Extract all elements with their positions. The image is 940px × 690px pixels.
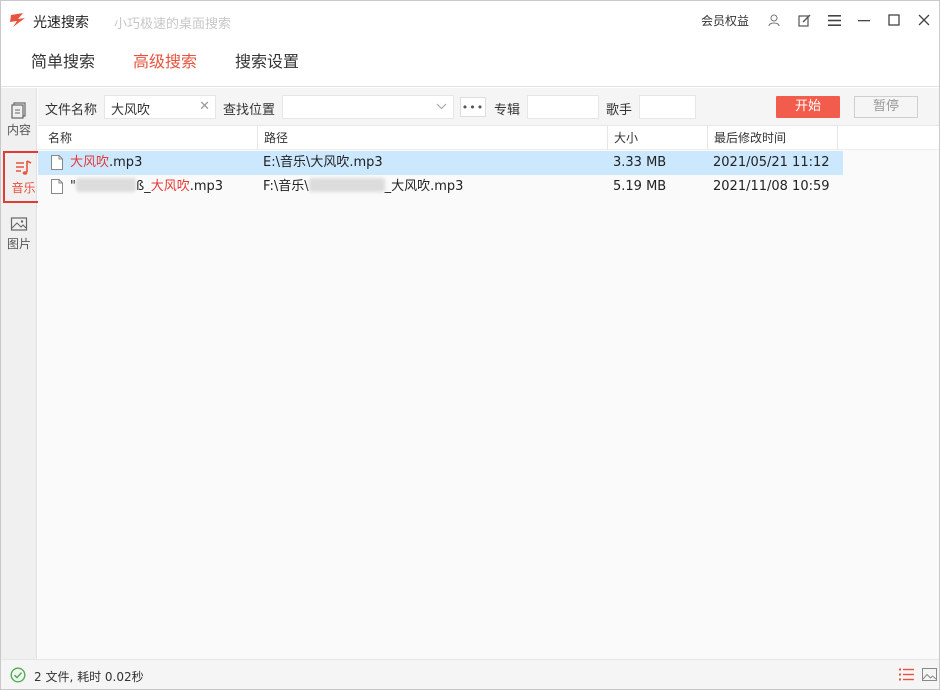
tab-search-settings[interactable]: 搜索设置 — [235, 48, 299, 72]
filter-bar: 文件名称 大风吹 ✕ 查找位置 ••• 专辑 歌手 开始 暂停 — [38, 88, 939, 126]
feedback-edit-icon[interactable] — [789, 1, 819, 39]
browse-location-button[interactable]: ••• — [460, 97, 486, 117]
pause-button[interactable]: 暂停 — [854, 96, 918, 118]
main-tabs: 简单搜索 高级搜索 搜索设置 — [1, 39, 939, 87]
chevron-down-icon — [436, 103, 447, 110]
close-icon[interactable] — [909, 1, 939, 39]
status-text: 2 文件, 耗时 0.02秒 — [34, 670, 144, 684]
redacted-text — [75, 178, 136, 192]
sidebar-item-label: 内容 — [6, 122, 31, 137]
title-bar-controls: 会员权益 — [701, 1, 939, 39]
name-match: 大风吹 — [150, 179, 190, 194]
table-row[interactable]: " ß_大风吹.mp3 F:\音乐\ _大风吹.mp3 5.19 MB 2021/1… — [38, 175, 843, 199]
row-modified: 2021/11/08 10:59 — [713, 179, 830, 194]
path-suffix: _大风吹.mp3 — [384, 179, 464, 194]
name-match: 大风吹 — [70, 155, 110, 170]
menu-icon[interactable] — [819, 1, 849, 39]
column-header-size[interactable]: 大小 — [608, 126, 708, 150]
tab-simple-search[interactable]: 简单搜索 — [31, 48, 95, 72]
row-size: 5.19 MB — [613, 179, 667, 194]
column-header-path[interactable]: 路径 — [258, 126, 608, 150]
name-ext: .mp3 — [109, 155, 143, 170]
filename-label: 文件名称 — [45, 103, 98, 118]
clear-icon[interactable]: ✕ — [199, 99, 210, 114]
list-view-icon[interactable] — [899, 668, 914, 681]
name-ext: .mp3 — [189, 179, 224, 194]
row-name: 大风吹.mp3 — [70, 151, 255, 175]
app-window: 光速搜索 小巧极速的桌面搜索 会员权益 简单搜索 高级搜索 搜索设置 内容 音乐… — [0, 0, 940, 690]
check-circle-icon — [10, 667, 26, 683]
row-path: F:\音乐\ _大风吹.mp3 — [263, 175, 603, 199]
table-row[interactable]: 大风吹.mp3 E:\音乐\大风吹.mp3 3.33 MB 2021/05/21… — [38, 151, 843, 175]
row-size: 3.33 MB — [613, 155, 667, 170]
app-logo-icon — [10, 13, 25, 27]
sidebar-item-content[interactable]: 内容 — [1, 92, 37, 146]
category-sidebar: 内容 音乐 图片 — [1, 88, 44, 659]
sidebar-item-images[interactable]: 图片 — [1, 206, 37, 260]
redacted-text — [308, 178, 385, 192]
music-note-icon — [15, 159, 31, 175]
file-icon — [51, 155, 63, 170]
table-header: 名称 路径 大小 最后修改时间 — [38, 126, 939, 150]
row-modified: 2021/05/21 11:12 — [713, 155, 830, 170]
row-path: E:\音乐\大风吹.mp3 — [263, 155, 383, 170]
tab-advanced-search[interactable]: 高级搜索 — [133, 48, 197, 72]
start-button[interactable]: 开始 — [776, 96, 840, 118]
file-icon — [51, 179, 63, 194]
sidebar-item-label: 音乐 — [11, 180, 36, 195]
app-subtitle: 小巧极速的桌面搜索 — [114, 17, 232, 32]
app-name: 光速搜索 — [33, 15, 89, 31]
album-field[interactable] — [527, 95, 599, 119]
sidebar-item-label: 图片 — [6, 236, 31, 251]
location-select[interactable] — [282, 95, 454, 119]
minimize-icon[interactable] — [849, 1, 879, 39]
location-label: 查找位置 — [223, 103, 276, 118]
thumbnail-view-icon[interactable] — [922, 668, 937, 681]
filename-field[interactable]: 大风吹 ✕ — [104, 95, 216, 119]
column-header-modified[interactable]: 最后修改时间 — [708, 126, 838, 150]
artist-label: 歌手 — [606, 103, 633, 118]
image-icon — [10, 216, 28, 231]
results-table: 名称 路径 大小 最后修改时间 大风吹.mp3 E:\音乐\大风吹.mp3 3.… — [38, 126, 939, 659]
maximize-icon[interactable] — [879, 1, 909, 39]
artist-field[interactable] — [639, 95, 696, 119]
document-icon — [11, 101, 26, 119]
row-name: " ß_大风吹.mp3 — [70, 175, 255, 199]
filename-value: 大风吹 — [111, 103, 151, 118]
path-prefix: F:\音乐\ — [263, 179, 309, 194]
title-bar: 光速搜索 小巧极速的桌面搜索 会员权益 — [1, 1, 939, 39]
name-suffix: ß_ — [135, 179, 151, 194]
album-label: 专辑 — [494, 103, 521, 118]
user-icon[interactable] — [759, 1, 789, 39]
column-header-name[interactable]: 名称 — [42, 126, 258, 150]
vip-benefits-link[interactable]: 会员权益 — [701, 12, 749, 29]
status-bar: 2 文件, 耗时 0.02秒 — [1, 659, 939, 689]
